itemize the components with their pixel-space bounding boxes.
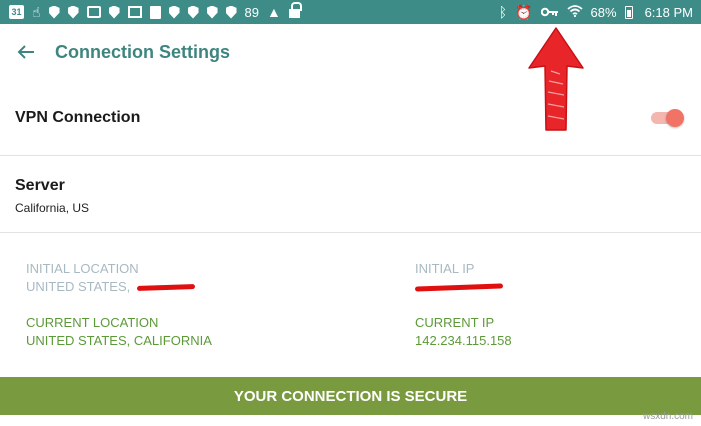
vpn-connection-row: VPN Connection [0,80,701,156]
triangle-icon: ▲ [267,4,281,20]
shield-icon [225,5,237,19]
battery-icon [624,5,633,19]
key-icon [540,5,559,20]
wifi-icon [566,4,583,20]
bottom-strip [0,415,701,426]
current-location-label: CURRENT LOCATION [26,315,159,330]
current-ip: CURRENT IP 142.234.115.158 [415,314,512,350]
watermark: wsxdn.com [642,411,693,422]
bluetooth-icon: ᛒ [498,4,508,20]
toggle-thumb [666,108,684,127]
shield-icon [48,5,60,19]
grid-icon [127,6,142,18]
current-ip-label: CURRENT IP [415,315,495,330]
current-ip-value: 142.234.115.158 [415,333,512,348]
vpn-toggle[interactable] [649,108,685,128]
secure-connection-text: YOUR CONNECTION IS SECURE [233,387,468,405]
photo-icon [86,6,101,18]
calendar-icon: 31 [9,5,24,19]
secure-connection-banner: YOUR CONNECTION IS SECURE [0,377,701,415]
redaction-mark [136,284,195,292]
battery-percent: 68% [590,4,617,20]
initial-location-label: INITIAL LOCATION [26,261,139,276]
initial-ip-label: INITIAL IP [415,261,475,276]
initial-location-value-line: UNITED STATES, [26,278,195,296]
initial-location-value: UNITED STATES, [26,279,131,294]
annotation-arrow-icon [528,27,584,131]
server-label: Server [15,177,65,194]
current-location-value: UNITED STATES, CALIFORNIA [26,333,212,348]
server-row[interactable]: Server California, US [0,157,701,233]
lock-icon [288,2,302,18]
back-arrow-icon[interactable] [13,39,39,65]
server-value: California, US [15,201,90,215]
shield-icon [108,5,120,19]
temperature-text: 89 [244,4,259,20]
redaction-mark [414,283,504,292]
hand-icon: ☝ [32,4,41,20]
vpn-connection-label: VPN Connection [15,108,141,126]
shield-icon [187,5,199,19]
current-location: CURRENT LOCATION UNITED STATES, CALIFORN… [26,314,212,350]
shield-icon [67,5,79,19]
notification-icons: 31 ☝ 89 ▲ [9,2,308,20]
shield-icon [206,5,218,19]
system-icons: ᛒ ⏰ 68% 6:18 PM [491,5,693,20]
initial-location: INITIAL LOCATION UNITED STATES, [26,260,195,296]
alarm-icon: ⏰ [515,4,533,20]
doc-icon [149,5,161,19]
connection-info: INITIAL LOCATION UNITED STATES, INITIAL … [0,234,701,377]
page-title: Connection Settings [55,41,230,62]
initial-ip-value-line [414,278,504,296]
initial-ip: INITIAL IP [414,260,504,296]
app-bar: Connection Settings [0,24,701,80]
shield-icon [168,5,180,19]
clock: 6:18 PM [644,4,693,20]
status-bar: 31 ☝ 89 ▲ ᛒ ⏰ 68% 6:18 PM [0,0,701,24]
